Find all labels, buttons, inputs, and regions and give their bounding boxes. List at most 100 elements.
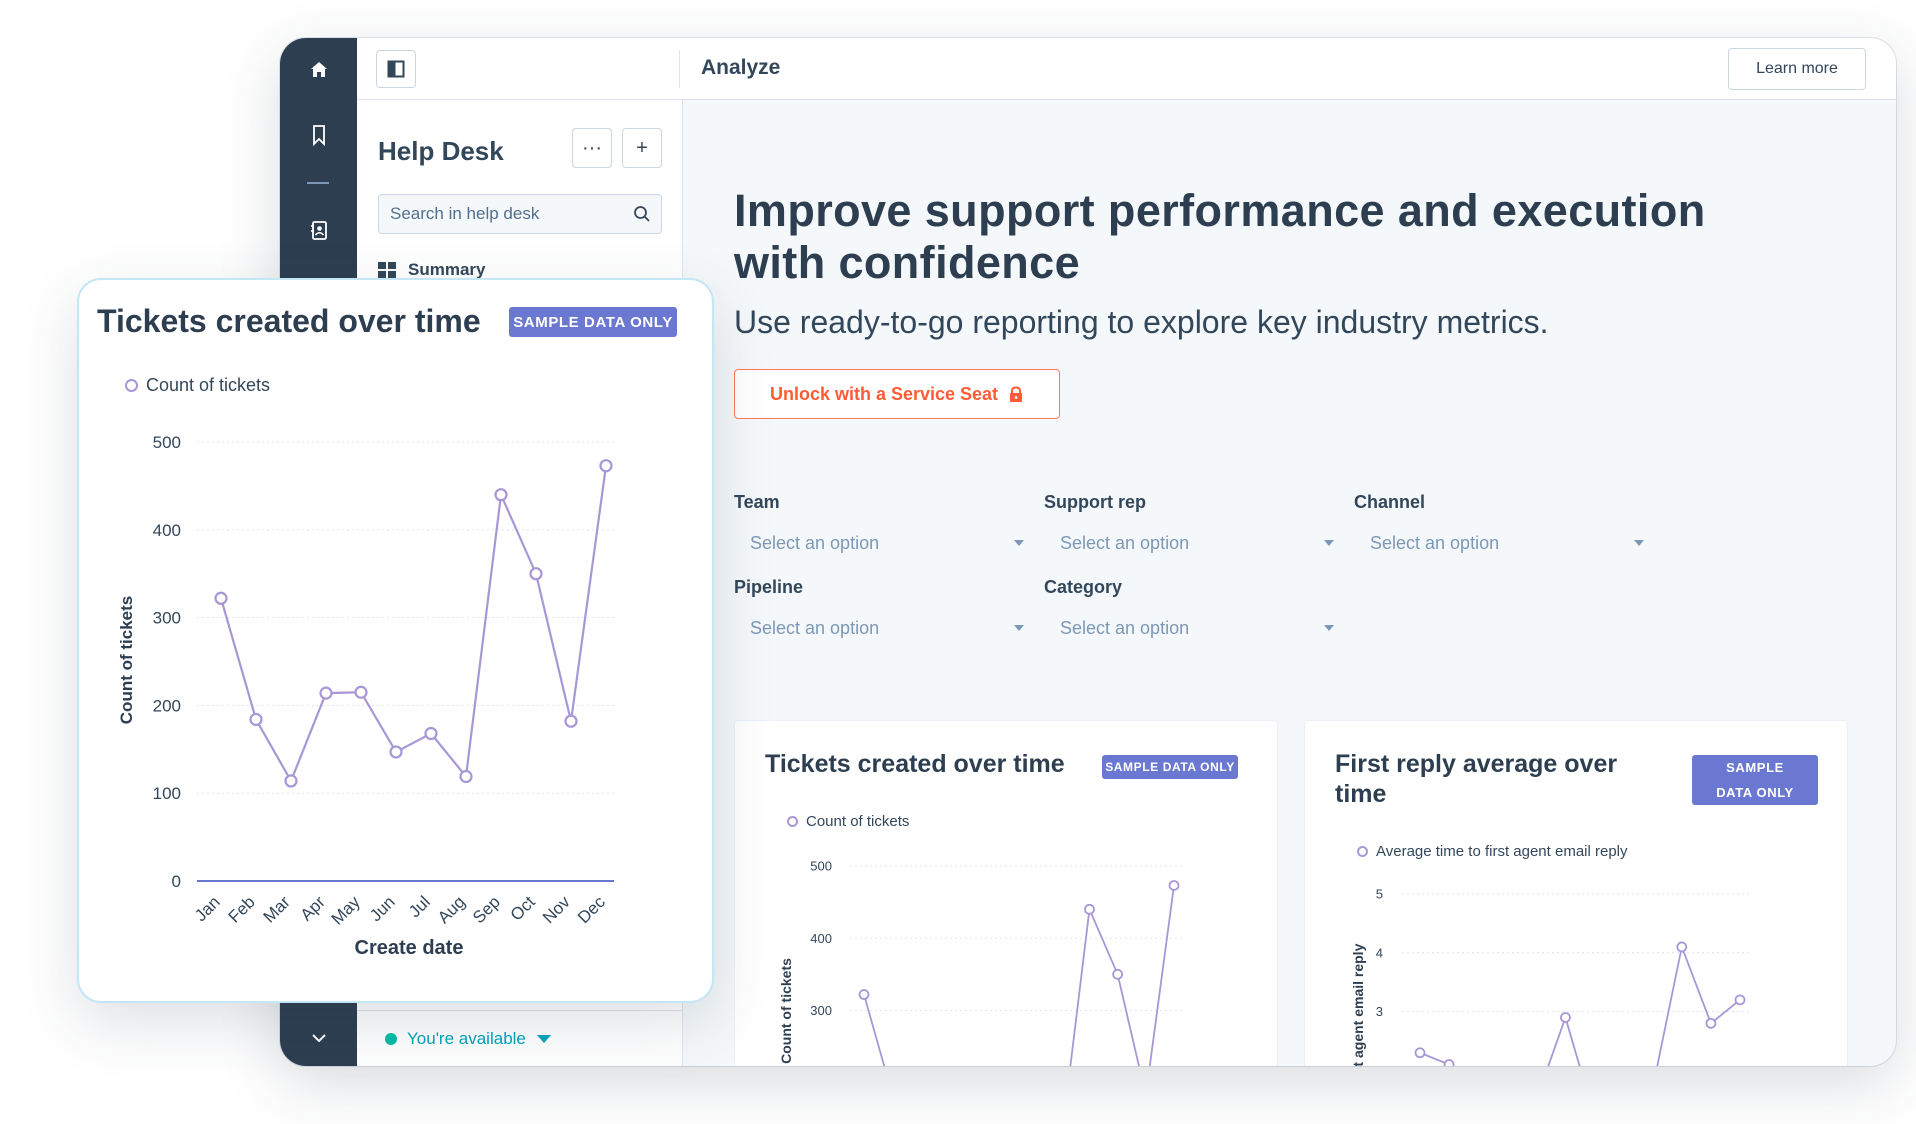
series-line — [219, 465, 608, 784]
select-placeholder: Select an option — [750, 617, 880, 638]
sidebar-item-label: Summary — [408, 260, 486, 279]
x-axis-title: Create date — [355, 937, 464, 959]
floating-tickets-chart-card: Tickets created over time SAMPLE DATA ON… — [77, 278, 714, 1003]
data-point — [599, 459, 613, 473]
data-point — [494, 488, 508, 502]
data-point — [1676, 941, 1688, 953]
filter-channel: Channel Select an option — [1354, 492, 1654, 563]
y-tick-label: 100 — [153, 784, 181, 803]
more-options-button[interactable]: ··· — [572, 128, 612, 168]
panel-icon — [387, 60, 405, 78]
x-tick-label: Sep — [469, 892, 504, 927]
filter-team: Team Select an option — [734, 492, 1034, 563]
y-tick-label: 5 — [1376, 887, 1383, 902]
x-tick-label: May — [328, 892, 364, 928]
filter-label: Category — [1044, 577, 1123, 597]
sidebar-title: Help Desk — [378, 136, 504, 166]
data-point — [1084, 903, 1095, 915]
data-point — [1168, 880, 1180, 891]
top-bar: Analyze Learn more — [357, 38, 1896, 100]
availability-toggle[interactable]: You're available — [357, 1010, 682, 1066]
add-button[interactable]: + — [622, 128, 662, 168]
topbar-divider — [679, 50, 680, 88]
data-point — [459, 769, 473, 784]
y-axis-title: Count of tickets — [117, 596, 136, 724]
availability-label: You're available — [407, 1028, 526, 1048]
pipeline-select[interactable]: Select an option — [734, 608, 1034, 648]
data-point — [1112, 968, 1124, 980]
select-placeholder: Select an option — [1060, 532, 1190, 553]
select-placeholder: Select an option — [1370, 532, 1500, 553]
y-axis-title: Count of tickets — [778, 958, 794, 1064]
data-point — [389, 745, 403, 759]
y-tick-label: 300 — [153, 609, 181, 628]
x-tick-label: Oct — [507, 892, 539, 924]
team-select[interactable]: Select an option — [734, 523, 1034, 563]
y-tick-label: 200 — [153, 696, 181, 715]
app-title: Analyze — [701, 56, 781, 79]
data-point — [1705, 1017, 1717, 1029]
caret-down-icon — [536, 1034, 551, 1043]
learn-more-button[interactable]: Learn more — [1728, 48, 1866, 90]
x-tick-label: Jun — [366, 892, 399, 925]
data-point — [529, 567, 543, 581]
support-rep-select[interactable]: Select an option — [1044, 523, 1344, 563]
channel-select[interactable]: Select an option — [1354, 523, 1654, 563]
page-subtitle: Use ready-to-go reporting to explore key… — [734, 304, 1549, 340]
y-tick-label: 500 — [153, 433, 181, 452]
x-tick-label: Apr — [297, 892, 329, 924]
y-tick-label: 400 — [810, 931, 832, 946]
data-point — [1560, 1012, 1571, 1023]
data-point — [858, 989, 870, 1000]
filter-label: Team — [734, 492, 780, 512]
sidebar-item-summary[interactable]: Summary — [378, 260, 485, 280]
data-point — [249, 712, 263, 727]
y-tick-label: 0 — [172, 872, 181, 891]
data-point — [564, 714, 578, 728]
tickets-line-chart: 200300400500Count of tickets — [778, 859, 1182, 1066]
filter-label: Pipeline — [734, 577, 804, 597]
home-icon[interactable] — [280, 60, 357, 80]
floating-line-chart: 0 100 200 300 400 500 Jan Feb Mar AprMay Jun Jul Aug… — [117, 433, 614, 959]
chevron-down-icon — [1014, 625, 1024, 631]
x-tick-label: Jan — [191, 892, 224, 925]
search-box — [378, 194, 662, 234]
filter-support-rep: Support rep Select an option — [1044, 492, 1344, 563]
data-point — [1443, 1059, 1455, 1066]
x-tick-label: Jul — [405, 892, 434, 921]
search-icon[interactable] — [633, 205, 651, 223]
dashboard-icon — [378, 262, 396, 278]
chevron-down-icon[interactable] — [280, 1032, 357, 1044]
x-tick-label: Aug — [434, 892, 469, 927]
data-point — [354, 685, 368, 699]
filter-category: Category Select an option — [1044, 577, 1344, 648]
contacts-icon[interactable] — [280, 220, 357, 242]
data-point — [424, 726, 438, 741]
main-content: Improve support performance and executio… — [684, 100, 1896, 1066]
x-tick-label: Nov — [539, 892, 574, 927]
rail-divider — [307, 182, 329, 184]
data-point — [319, 686, 333, 700]
y-tick-label: 3 — [1376, 1004, 1383, 1019]
lock-icon — [1010, 385, 1023, 402]
filter-pipeline: Pipeline Select an option — [734, 577, 1034, 648]
select-placeholder: Select an option — [1060, 617, 1190, 638]
chevron-down-icon — [1324, 625, 1334, 631]
unlock-label: Unlock with a Service Seat — [769, 383, 999, 404]
unlock-service-seat-button[interactable]: Unlock with a Service Seat — [734, 369, 1060, 419]
bookmark-icon[interactable] — [280, 124, 357, 146]
category-select[interactable]: Select an option — [1044, 608, 1344, 648]
chevron-down-icon — [1324, 540, 1334, 546]
sidebar-toggle-button[interactable] — [376, 50, 416, 88]
y-tick-label: 500 — [810, 859, 832, 874]
filter-label: Channel — [1354, 492, 1426, 512]
first-reply-chart-card: First reply average over time SAMPLE DAT… — [1304, 720, 1848, 1066]
search-input[interactable] — [379, 195, 661, 233]
data-point — [284, 774, 298, 788]
data-point — [1414, 1047, 1426, 1059]
tickets-chart-card: Tickets created over time SAMPLE DATA ON… — [734, 720, 1278, 1066]
chevron-down-icon — [1634, 540, 1644, 546]
y-axis-title: first agent email reply — [1350, 943, 1366, 1066]
filter-label: Support rep — [1044, 492, 1146, 512]
first-reply-line-chart: 3 4 5 first agent email reply — [1350, 887, 1752, 1066]
